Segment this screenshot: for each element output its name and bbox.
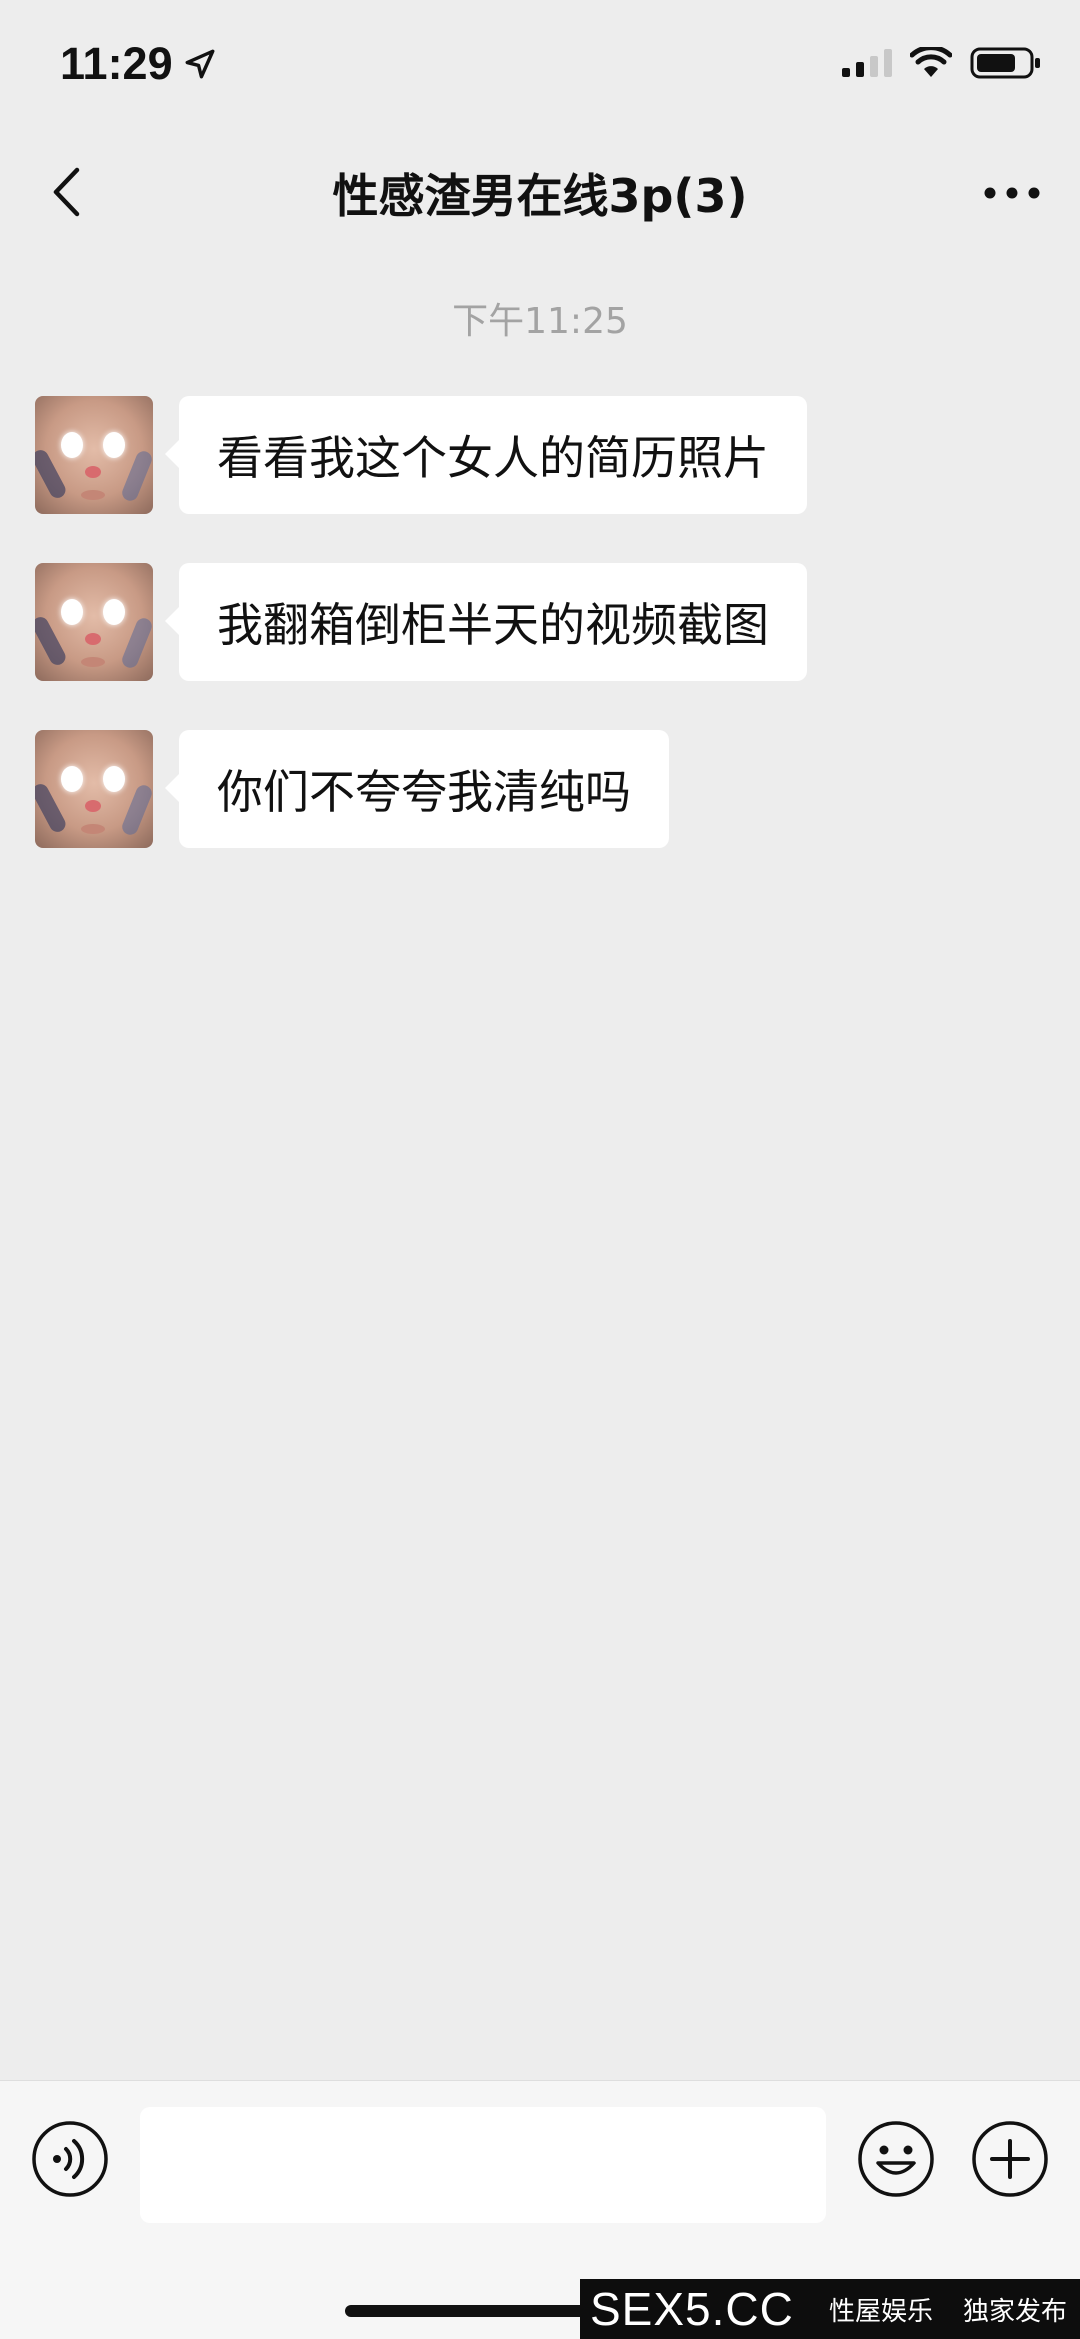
emoji-button[interactable]: [856, 2119, 936, 2199]
status-time-group: 11:29: [60, 38, 217, 90]
status-bar: 11:29: [0, 0, 1080, 130]
status-time: 11:29: [60, 38, 173, 89]
message-bubble[interactable]: 你们不夸夸我清纯吗: [165, 730, 669, 848]
message-row: 我翻箱倒柜半天的视频截图: [35, 563, 807, 681]
watermark-tag: 独家发布: [962, 2296, 1067, 2327]
message-timestamp: 下午11:25: [452, 301, 628, 342]
status-icons: [842, 46, 1042, 80]
signal-icon: [842, 49, 892, 77]
emoji-icon: [858, 2121, 934, 2197]
avatar[interactable]: [35, 396, 153, 514]
watermark: SEX5.CC 性屋娱乐 独家发布: [580, 2279, 1080, 2339]
message-row: 你们不夸夸我清纯吗: [35, 730, 669, 848]
avatar[interactable]: [35, 730, 153, 848]
voice-icon: [32, 2121, 108, 2197]
message-row: 看看我这个女人的简历照片: [35, 396, 807, 514]
watermark-tag: 性屋娱乐: [828, 2296, 933, 2327]
battery-icon: [970, 47, 1040, 79]
message-bubble[interactable]: 我翻箱倒柜半天的视频截图: [165, 563, 807, 681]
chat-title: 性感渣男在线3p(3): [332, 169, 748, 223]
plus-icon: [972, 2121, 1048, 2197]
more-dots-icon: [984, 187, 1040, 199]
message-input[interactable]: [140, 2107, 826, 2223]
nav-bar: 性感渣男在线3p(3): [0, 140, 1080, 240]
wifi-icon: [910, 47, 952, 77]
chat-screen: 11:29 性感渣男在线3p(3) 下午11:25 看看我这个女人的简历照片 我…: [0, 0, 1080, 2339]
location-arrow-icon: [185, 49, 215, 79]
more-button[interactable]: [980, 168, 1044, 218]
more-actions-button[interactable]: [970, 2119, 1050, 2199]
voice-button[interactable]: [30, 2119, 110, 2199]
message-bubble[interactable]: 看看我这个女人的简历照片: [165, 396, 807, 514]
avatar[interactable]: [35, 563, 153, 681]
watermark-site: SEX5.CC: [590, 2283, 794, 2335]
